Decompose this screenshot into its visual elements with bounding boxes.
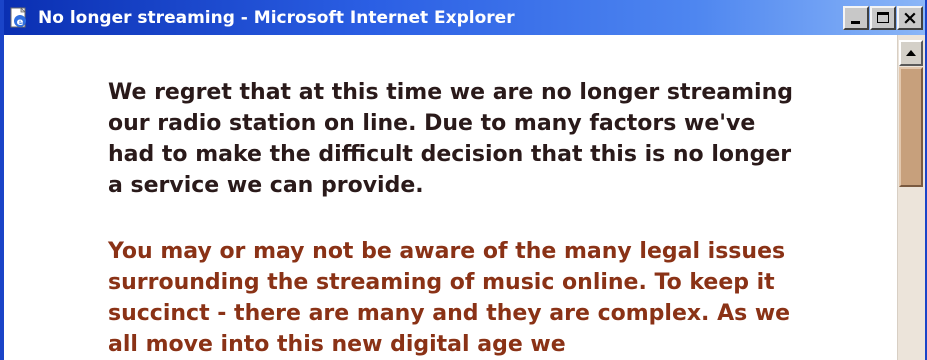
browser-client-area: We regret that at this time we are no lo… [4,35,925,360]
svg-text:e: e [17,17,24,28]
internet-explorer-icon: e [8,6,30,30]
scroll-up-button[interactable] [899,40,923,66]
title-bar[interactable]: e No longer streaming - Microsoft Intern… [4,0,925,35]
minimize-button[interactable] [843,6,869,30]
notice-paragraph: We regret that at this time we are no lo… [108,80,793,198]
window-controls: × [843,6,923,30]
close-icon: × [902,6,918,29]
vertical-scrollbar[interactable] [897,35,925,360]
browser-window: e No longer streaming - Microsoft Intern… [0,0,927,360]
maximize-icon [877,12,889,23]
minimize-icon [851,21,860,24]
legal-issues-paragraph: You may or may not be aware of the many … [108,239,791,357]
maximize-button[interactable] [870,6,896,30]
scroll-up-arrow-icon [906,50,916,56]
close-button[interactable]: × [897,6,923,30]
page-content: We regret that at this time we are no lo… [4,35,898,360]
window-title: No longer streaming - Microsoft Internet… [38,7,515,28]
scroll-thumb[interactable] [899,67,923,187]
